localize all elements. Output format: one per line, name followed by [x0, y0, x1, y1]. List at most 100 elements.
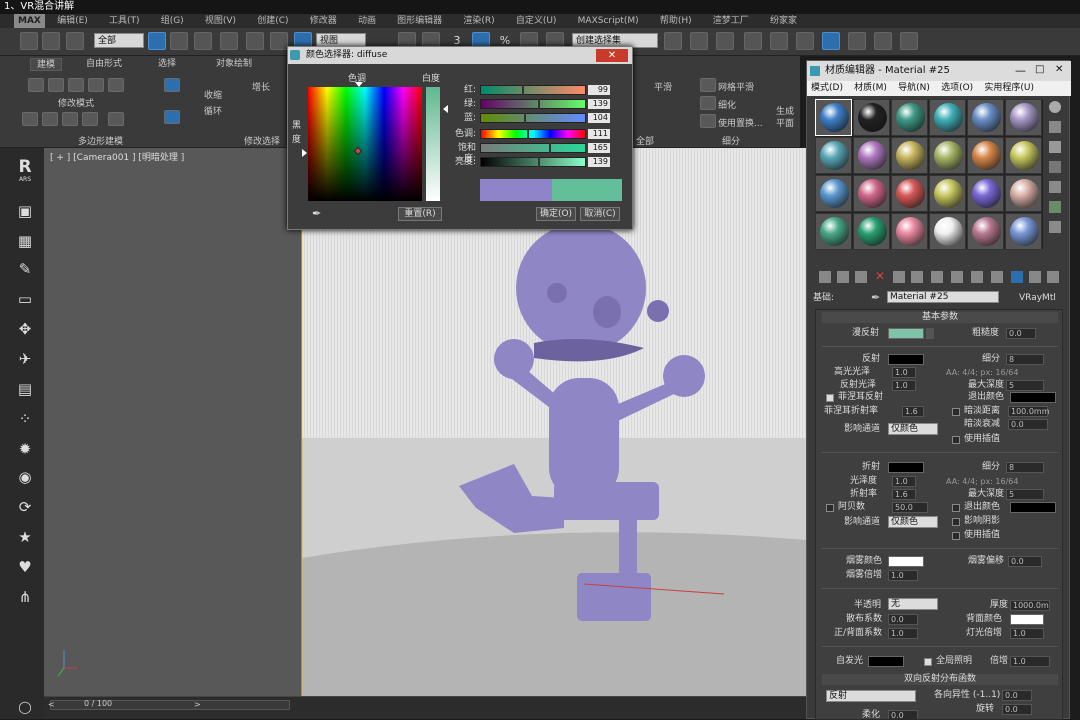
subdiv-field[interactable]: 8 — [1006, 354, 1044, 365]
affect-shadows-checkbox[interactable] — [952, 518, 960, 526]
material-slot[interactable] — [815, 213, 852, 250]
refract-use-interp-checkbox[interactable] — [952, 532, 960, 540]
selection-filter-select[interactable]: 全部 — [94, 33, 144, 48]
fog-bias-field[interactable]: 0.0 — [1008, 556, 1042, 567]
grow-label[interactable]: 增长 — [252, 80, 270, 93]
all-label[interactable]: 全部 — [636, 134, 654, 147]
ribbon-select-icon[interactable] — [164, 78, 180, 92]
loop-label[interactable]: 循环 — [204, 104, 222, 117]
time-prev-icon[interactable]: < — [48, 700, 55, 709]
render-setup-icon[interactable] — [848, 32, 866, 50]
refract-max-depth-field[interactable]: 5 — [1006, 489, 1044, 500]
blue-value[interactable]: 104 — [588, 113, 610, 123]
assign-material-icon[interactable] — [855, 271, 867, 283]
monitor-icon[interactable]: ▭ — [16, 290, 34, 308]
pick-material-icon[interactable]: ✒ — [871, 291, 880, 304]
layer-icon[interactable] — [716, 32, 734, 50]
options-icon[interactable] — [1049, 221, 1061, 233]
use-interp-checkbox[interactable] — [952, 436, 960, 444]
heart-icon[interactable]: ♥ — [16, 558, 34, 576]
material-slot[interactable] — [929, 175, 966, 212]
material-slot[interactable] — [891, 175, 928, 212]
ribbon-tool-4-icon[interactable] — [82, 112, 98, 126]
fog-color-swatch[interactable] — [888, 556, 924, 567]
image-icon[interactable]: ▣ — [16, 202, 34, 220]
background-icon[interactable] — [1049, 141, 1061, 153]
sun-icon[interactable]: ✹ — [16, 440, 34, 458]
use-replace-icon[interactable] — [700, 114, 716, 128]
brightness-value[interactable]: 139 — [588, 157, 610, 167]
material-name-field[interactable]: Material #25 — [887, 291, 999, 303]
apps-icon[interactable]: ⁘ — [16, 410, 34, 428]
ior-field[interactable]: 1.6 — [892, 489, 916, 500]
material-slot[interactable] — [891, 213, 928, 250]
camera-icon[interactable]: ◉ — [16, 468, 34, 486]
dim-distance-field[interactable]: 100.0mm — [1008, 406, 1050, 417]
max-logo[interactable]: MAX — [14, 14, 45, 28]
affect-channel-select[interactable]: 仅颜色 — [888, 423, 938, 435]
channel-hue[interactable]: 色调: 111 — [455, 129, 620, 140]
material-slot[interactable] — [1005, 175, 1042, 212]
tab-modeling[interactable]: 建模 — [30, 58, 63, 71]
multiplier-field[interactable]: 1.0 — [1010, 656, 1050, 667]
mesh-smooth-icon[interactable] — [700, 78, 716, 92]
hue-bar[interactable] — [480, 129, 586, 139]
menu-customize[interactable]: 自定义(U) — [507, 14, 566, 28]
blue-bar[interactable] — [480, 113, 586, 123]
refresh-icon[interactable]: ⟳ — [16, 498, 34, 516]
inbox-icon[interactable]: ▤ — [16, 380, 34, 398]
dim-falloff-field[interactable]: 0.0 — [1008, 419, 1048, 430]
put-library-icon[interactable] — [931, 271, 943, 283]
ok-button[interactable]: 确定(O) — [536, 207, 576, 221]
material-slot[interactable] — [1005, 99, 1042, 136]
material-slot[interactable] — [967, 99, 1004, 136]
channel-brightness[interactable]: 亮度: 139 — [455, 157, 620, 168]
align-icon[interactable] — [690, 32, 708, 50]
reset-button[interactable]: 重置(R) — [398, 207, 442, 221]
material-slot[interactable] — [853, 213, 890, 250]
hue-blackness-picker[interactable] — [308, 87, 422, 201]
material-slot[interactable] — [967, 175, 1004, 212]
fresnel-checkbox[interactable] — [826, 394, 834, 402]
menu-fenjiajia[interactable]: 纷家家 — [761, 14, 806, 28]
channel-blue[interactable]: 蓝: 104 — [464, 113, 620, 124]
material-slot[interactable] — [929, 99, 966, 136]
translucency-select[interactable]: 无 — [888, 598, 938, 610]
polygon-icon[interactable] — [88, 78, 104, 92]
select-by-mat-icon[interactable] — [1047, 271, 1059, 283]
ribbon-tool-3-icon[interactable] — [62, 112, 78, 126]
gen-plane-label[interactable]: 生成平面 — [776, 106, 796, 130]
select-by-name-icon[interactable] — [170, 32, 188, 50]
menu-view[interactable]: 视图(V) — [196, 14, 245, 28]
saturation-bar[interactable] — [480, 143, 586, 153]
material-slot[interactable] — [815, 175, 852, 212]
material-slot[interactable] — [853, 175, 890, 212]
material-slot[interactable] — [891, 99, 928, 136]
channel-red[interactable]: 红: 99 — [464, 85, 620, 96]
abbe-field[interactable]: 50.0 — [892, 502, 928, 513]
fog-multiplier-field[interactable]: 1.0 — [888, 570, 918, 581]
r-logo[interactable]: R — [16, 158, 34, 176]
blackness-pointer-icon[interactable] — [302, 149, 307, 157]
material-slot[interactable] — [891, 137, 928, 174]
move-tool-icon[interactable]: ✥ — [16, 320, 34, 338]
ribbon-tool-1-icon[interactable] — [22, 112, 38, 126]
channel-slider-marker[interactable] — [538, 157, 540, 167]
material-type-button[interactable]: VRayMtl — [1019, 293, 1056, 304]
schematic-view-icon[interactable] — [796, 32, 814, 50]
go-parent-icon[interactable] — [1011, 271, 1023, 283]
reflect-color-swatch[interactable] — [888, 354, 924, 365]
tab-selection[interactable]: 选择 — [152, 58, 182, 71]
backlight-icon[interactable] — [1049, 121, 1061, 133]
anisotropy-field[interactable]: 0.0 — [1002, 690, 1032, 701]
channel-green[interactable]: 绿: 139 — [464, 99, 620, 110]
channel-saturation[interactable]: 饱和度: 165 — [458, 143, 620, 164]
refract-color-swatch[interactable] — [888, 462, 924, 473]
menu-animation[interactable]: 动画 — [349, 14, 385, 28]
render-frame-icon[interactable] — [874, 32, 892, 50]
material-slot[interactable] — [853, 137, 890, 174]
menu-edit[interactable]: 编辑(E) — [48, 14, 97, 28]
hilight-gloss-field[interactable]: 1.0 — [892, 367, 916, 378]
material-slot[interactable] — [967, 213, 1004, 250]
hue-value[interactable]: 111 — [588, 129, 610, 139]
